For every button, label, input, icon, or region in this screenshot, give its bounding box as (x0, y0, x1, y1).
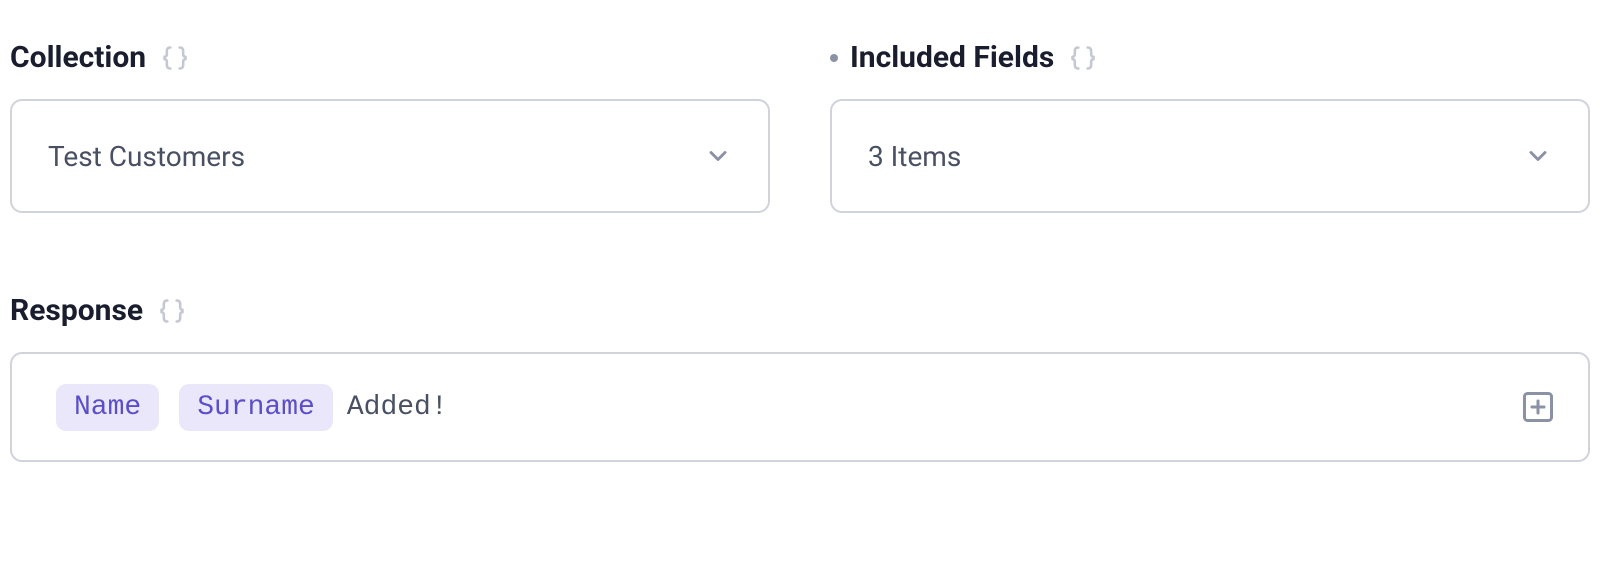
response-label: Response (10, 293, 143, 328)
collection-field: Collection Test Customers (10, 40, 770, 213)
collection-label: Collection (10, 40, 146, 75)
required-indicator (830, 54, 838, 62)
chevron-down-icon (704, 142, 732, 170)
token-chip-name[interactable]: Name (56, 384, 159, 431)
collection-value: Test Customers (48, 140, 245, 173)
included-fields-select[interactable]: 3 Items (830, 99, 1590, 213)
response-field: Response Name Surname Added! (10, 293, 1590, 462)
collection-label-row: Collection (10, 40, 770, 75)
included-fields-field: Included Fields 3 Items (830, 40, 1590, 213)
response-label-row: Response (10, 293, 1590, 328)
included-fields-label: Included Fields (850, 40, 1054, 75)
response-text: Added! (347, 392, 448, 423)
token-chip-surname[interactable]: Surname (179, 384, 333, 431)
braces-icon[interactable] (160, 43, 190, 73)
included-fields-value: 3 Items (868, 140, 961, 173)
braces-icon[interactable] (157, 296, 187, 326)
included-fields-label-row: Included Fields (830, 40, 1590, 75)
braces-icon[interactable] (1068, 43, 1098, 73)
response-input[interactable]: Name Surname Added! (10, 352, 1590, 462)
add-token-button[interactable] (1518, 387, 1558, 427)
chevron-down-icon (1524, 142, 1552, 170)
collection-select[interactable]: Test Customers (10, 99, 770, 213)
